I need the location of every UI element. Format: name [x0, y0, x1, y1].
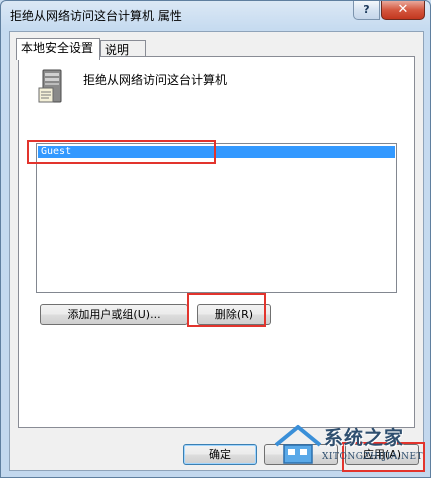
window-title: 拒绝从网络访问这台计算机 属性 — [10, 9, 182, 23]
tab-label: 说明 — [105, 43, 130, 57]
dialog-client-area: 本地安全设置 说明 拒绝从网络访问这台计算机 Guest 添加用户或组(U)..… — [9, 31, 424, 471]
tab-label: 本地安全设置 — [21, 41, 94, 55]
add-user-or-group-button[interactable]: 添加用户或组(U)... — [40, 304, 188, 325]
close-icon: ✕ — [397, 2, 409, 17]
list-item-guest[interactable]: Guest — [38, 146, 395, 158]
server-computer-icon — [38, 69, 62, 103]
apply-button[interactable]: 应用(A) — [345, 444, 419, 465]
help-button[interactable]: ? — [353, 1, 380, 20]
account-list[interactable]: Guest — [36, 143, 397, 293]
cancel-button[interactable]: 取消 — [264, 444, 338, 465]
help-icon: ? — [363, 3, 370, 16]
close-button[interactable]: ✕ — [381, 1, 425, 20]
tab-local-security-setting[interactable]: 本地安全设置 — [16, 38, 100, 60]
dialog-window: 拒绝从网络访问这台计算机 属性 ? ✕ 本地安全设置 说明 拒绝从网络访问这台计… — [0, 0, 431, 478]
ok-button[interactable]: 确定 — [183, 444, 257, 465]
tab-panel: 拒绝从网络访问这台计算机 Guest 添加用户或组(U)... 删除(R) — [18, 56, 415, 428]
policy-title: 拒绝从网络访问这台计算机 — [83, 73, 228, 87]
remove-button[interactable]: 删除(R) — [197, 304, 271, 325]
